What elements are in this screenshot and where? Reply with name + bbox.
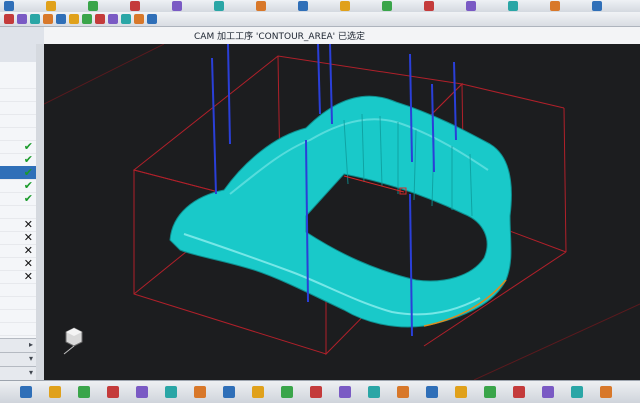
toolbar-tool-icon[interactable] <box>95 14 105 24</box>
plus-icon[interactable] <box>382 1 392 11</box>
nav-scroll-down-icon: ▾ <box>28 354 33 363</box>
view-top-icon[interactable] <box>223 386 235 398</box>
operation-row[interactable] <box>0 127 36 141</box>
toolbar-tool-icon[interactable] <box>30 14 40 24</box>
toolbar-tool-icon[interactable] <box>121 14 131 24</box>
wcs-triad-icon <box>63 327 83 355</box>
minus-icon[interactable] <box>424 1 434 11</box>
status-complete-icon: ✔ <box>23 179 33 192</box>
clip-icon[interactable] <box>571 386 583 398</box>
mcs-icon[interactable] <box>165 386 177 398</box>
verify-icon[interactable] <box>426 386 438 398</box>
nav-scroll-down-button[interactable]: ▾ <box>0 352 36 366</box>
status-complete-icon: ✔ <box>23 166 33 179</box>
check-icon[interactable] <box>340 1 350 11</box>
status-complete-icon: ✔ <box>23 140 33 153</box>
operation-row[interactable]: ✕ <box>0 218 36 232</box>
scissors-icon[interactable] <box>172 1 182 11</box>
wcs-icon[interactable] <box>136 386 148 398</box>
settings-icon[interactable] <box>592 1 602 11</box>
status-complete-icon: ✔ <box>23 192 33 205</box>
operation-row[interactable] <box>0 75 36 89</box>
background-line <box>473 303 640 380</box>
toolbar-tool-icon[interactable] <box>43 14 53 24</box>
grid-icon[interactable] <box>466 1 476 11</box>
toolbar-tool-icon[interactable] <box>134 14 144 24</box>
view-left-icon[interactable] <box>281 386 293 398</box>
close-icon[interactable] <box>600 386 612 398</box>
viewport-title: CAM 加工工序 'CONTOUR_AREA' 已选定 <box>194 32 366 42</box>
view-icon[interactable] <box>214 1 224 11</box>
operation-row[interactable]: ✕ <box>0 244 36 258</box>
status-complete-icon: ✔ <box>23 153 33 166</box>
operation-row[interactable] <box>0 205 36 219</box>
nav-scroll-right-button[interactable]: ▸ <box>0 338 36 352</box>
help-icon[interactable] <box>46 1 56 11</box>
nav-expand-icon: ▾ <box>28 368 33 377</box>
background-line <box>44 44 165 105</box>
report-icon[interactable] <box>508 1 518 11</box>
toolbar-tool-icon[interactable] <box>4 14 14 24</box>
toolbar-tool-icon[interactable] <box>69 14 79 24</box>
secondary-toolbar <box>0 12 640 27</box>
shade-icon[interactable] <box>542 386 554 398</box>
operation-row[interactable]: ✔ <box>0 140 36 154</box>
toolbar-tool-icon[interactable] <box>147 14 157 24</box>
operation-row[interactable] <box>0 309 36 323</box>
operation-row[interactable] <box>0 322 36 336</box>
operation-row[interactable] <box>0 114 36 128</box>
operation-row[interactable] <box>0 296 36 310</box>
view-right-icon[interactable] <box>252 386 264 398</box>
view-bottom-icon[interactable] <box>368 386 380 398</box>
zoom-icon[interactable] <box>298 1 308 11</box>
operation-row[interactable]: ✔ <box>0 179 36 193</box>
status-regenerate-icon: ✕ <box>23 244 33 257</box>
layer-icon[interactable] <box>256 1 266 11</box>
view-front-icon[interactable] <box>194 386 206 398</box>
bottom-toolbar <box>0 380 640 403</box>
snap-icon[interactable] <box>20 386 32 398</box>
status-regenerate-icon: ✕ <box>23 270 33 283</box>
operation-navigator: ✔ ✔ ✔ ✔ ✔ ✕ ✕ ✕ ✕ ✕ ▸ ▾ ▾ <box>0 62 37 380</box>
toolbar-tool-icon[interactable] <box>108 14 118 24</box>
nav-scroll-right-icon: ▸ <box>28 340 33 349</box>
view-iso-icon[interactable] <box>339 386 351 398</box>
toolbar-tool-icon[interactable] <box>56 14 66 24</box>
graphics-viewport[interactable] <box>44 44 640 380</box>
operation-row[interactable]: ✔ <box>0 166 36 180</box>
render-icon[interactable] <box>513 386 525 398</box>
status-regenerate-icon: ✕ <box>23 231 33 244</box>
status-regenerate-icon: ✕ <box>23 257 33 270</box>
paste-icon[interactable] <box>130 1 140 11</box>
cut-icon[interactable] <box>107 386 119 398</box>
measure-icon[interactable] <box>484 386 496 398</box>
nav-expand-button[interactable]: ▾ <box>0 366 36 380</box>
workpiece-part <box>169 95 512 328</box>
sheet-icon[interactable] <box>550 1 560 11</box>
model-view[interactable] <box>44 44 640 380</box>
operation-row[interactable]: ✔ <box>0 153 36 167</box>
cut-icon[interactable] <box>88 1 98 11</box>
simulate-icon[interactable] <box>455 386 467 398</box>
toolbar-tool-icon[interactable] <box>82 14 92 24</box>
operation-row[interactable]: ✕ <box>0 231 36 245</box>
arrow-icon[interactable] <box>4 1 14 11</box>
tool-path-icon[interactable] <box>397 386 409 398</box>
operation-row[interactable] <box>0 283 36 297</box>
viewport-title-bar: CAM 加工工序 'CONTOUR_AREA' 已选定 <box>44 27 640 45</box>
toolbar-tool-icon[interactable] <box>17 14 27 24</box>
operation-row[interactable]: ✔ <box>0 192 36 206</box>
operation-row[interactable] <box>0 101 36 115</box>
operation-row[interactable]: ✕ <box>0 270 36 284</box>
view-back-icon[interactable] <box>310 386 322 398</box>
operation-row[interactable] <box>0 88 36 102</box>
panel-splitter[interactable] <box>36 44 44 380</box>
status-regenerate-icon: ✕ <box>23 218 33 231</box>
move-icon[interactable] <box>78 386 90 398</box>
cross-icon[interactable] <box>49 386 61 398</box>
operation-row[interactable]: ✕ <box>0 257 36 271</box>
